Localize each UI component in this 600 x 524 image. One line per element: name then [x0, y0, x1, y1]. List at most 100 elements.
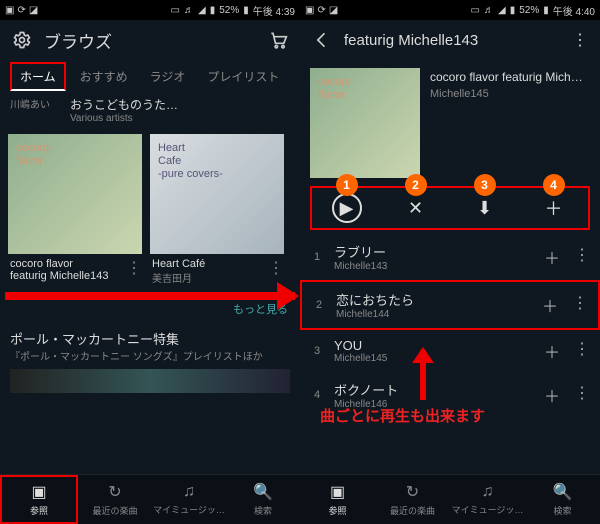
- nav-search[interactable]: 🔍 検索: [525, 475, 600, 524]
- battery-icon: ▮: [243, 5, 249, 16]
- screen-album-detail: ▣ ⟳ ◪ ▭ ♬ ◢ ▮ 52% ▮ 午後 4:40 featurig Mic…: [300, 0, 600, 524]
- annotation-arrow-right: [5, 292, 295, 300]
- annotation-text: 曲ごとに再生も出来ます: [320, 405, 485, 426]
- battery-pct: 52%: [219, 5, 239, 16]
- tab-recommend[interactable]: おすすめ: [72, 64, 136, 89]
- album-art: cocoro flavor: [8, 134, 142, 254]
- nav-label: マイミュージッ…: [153, 503, 225, 516]
- section-artist: Various artists: [70, 113, 290, 124]
- battery-pct: 52%: [519, 5, 539, 16]
- browse-tabs: ホーム おすすめ ラジオ プレイリスト: [0, 60, 300, 92]
- shuffle-button[interactable]: 2 ✕: [381, 188, 450, 228]
- shuffle-icon: ✕: [408, 198, 423, 219]
- track-num: 3: [310, 345, 324, 357]
- plus-icon[interactable]: ＋: [544, 339, 560, 363]
- app-icon: ◪: [29, 5, 38, 16]
- wifi-icon: ◢: [498, 5, 506, 16]
- overflow-icon[interactable]: ⋮: [574, 339, 590, 363]
- section-title[interactable]: おうこどものうた…: [70, 96, 290, 113]
- headphones-icon: ♬: [484, 5, 494, 16]
- browse-icon: ▣: [330, 482, 345, 502]
- more-icon[interactable]: ⋮: [268, 258, 284, 278]
- overflow-icon[interactable]: ⋮: [574, 383, 590, 407]
- feature-section[interactable]: ポール・マッカートニー特集 『ポール・マッカートニー ソングズ』プレイリストほか: [0, 323, 300, 369]
- play-icon: ▶: [332, 193, 362, 223]
- detail-content: cocoro flavor cocoro flavor featurig Mic…: [300, 60, 600, 474]
- back-icon[interactable]: [312, 30, 332, 50]
- more-icon[interactable]: ⋮: [126, 258, 142, 278]
- play-button[interactable]: 1 ▶: [312, 188, 381, 228]
- nav-mymusic[interactable]: ♫ マイミュージッ…: [450, 475, 525, 524]
- battery-icon: ▮: [543, 5, 549, 16]
- headphones-icon: ♫: [183, 483, 195, 501]
- tab-home[interactable]: ホーム: [10, 62, 66, 91]
- track-title: ラブリー: [334, 242, 534, 261]
- plus-icon[interactable]: ＋: [544, 245, 560, 269]
- plus-icon[interactable]: ＋: [542, 293, 558, 317]
- nav-label: 検索: [254, 504, 272, 517]
- wifi-icon: ◢: [198, 5, 206, 16]
- track-title: 恋におちたら: [336, 290, 532, 309]
- overflow-icon[interactable]: ⋮: [572, 293, 588, 317]
- sync-icon: ⟳: [17, 5, 25, 16]
- cast-icon: ▭: [171, 5, 180, 16]
- browse-icon: ▣: [31, 482, 46, 502]
- status-bar: ▣ ⟳ ◪ ▭ ♬ ◢ ▮ 52% ▮ 午後 4:39: [0, 0, 300, 20]
- detail-album-artist: Michelle145: [430, 88, 592, 100]
- tab-playlist[interactable]: プレイリスト: [199, 64, 287, 89]
- cart-icon[interactable]: [268, 30, 288, 50]
- detail-album-art: cocoro flavor: [310, 68, 420, 178]
- signal-icon: ▮: [510, 5, 516, 16]
- feature-title: ポール・マッカートニー特集: [10, 329, 290, 348]
- nav-label: 検索: [553, 504, 571, 517]
- nfc-icon: ▣: [5, 5, 14, 16]
- add-button[interactable]: 4 ＋: [519, 188, 588, 228]
- plus-icon[interactable]: ＋: [544, 383, 560, 407]
- nav-label: 参照: [30, 504, 48, 517]
- cast-icon: ▭: [471, 5, 480, 16]
- download-button[interactable]: 3 ⬇: [450, 188, 519, 228]
- tab-radio[interactable]: ラジオ: [142, 64, 194, 89]
- bottom-nav: ▣ 参照 ↻ 最近の楽曲 ♫ マイミュージッ… 🔍 検索: [0, 474, 300, 524]
- screen-browse: ▣ ⟳ ◪ ▭ ♬ ◢ ▮ 52% ▮ 午後 4:39 ブラウズ ホーム おすす…: [0, 0, 300, 524]
- gear-icon[interactable]: [12, 30, 32, 50]
- nav-label: 参照: [328, 504, 346, 517]
- nav-browse[interactable]: ▣ 参照: [300, 475, 375, 524]
- download-icon: ⬇: [477, 198, 492, 219]
- page-title: ブラウズ: [44, 28, 256, 53]
- bottom-nav: ▣ 参照 ↻ 最近の楽曲 ♫ マイミュージッ… 🔍 検索: [300, 474, 600, 524]
- album-card-2[interactable]: Heart Cafe -pure covers- Heart Café 美吉田月…: [150, 134, 284, 289]
- search-icon: 🔍: [253, 482, 273, 502]
- track-num: 4: [310, 389, 324, 401]
- track-row[interactable]: 3 YOU Michelle145 ＋⋮: [300, 330, 600, 372]
- nav-browse[interactable]: ▣ 参照: [0, 475, 78, 524]
- nav-search[interactable]: 🔍 検索: [226, 475, 300, 524]
- side-artist: 川嶋あい: [10, 96, 60, 124]
- detail-album-title: cocoro flavor featurig Mich…: [430, 70, 592, 84]
- annotation-badge-4: 4: [543, 174, 565, 196]
- search-icon: 🔍: [553, 482, 573, 502]
- nav-mymusic[interactable]: ♫ マイミュージッ…: [152, 475, 226, 524]
- overflow-icon[interactable]: ⋮: [572, 30, 588, 50]
- track-row[interactable]: 2 恋におちたら Michelle144 ＋⋮: [300, 280, 600, 330]
- recent-icon: ↻: [406, 482, 419, 502]
- album-title: cocoro flavor: [10, 258, 140, 270]
- annotation-badge-3: 3: [474, 174, 496, 196]
- album-title: Heart Café: [152, 258, 282, 270]
- track-row[interactable]: 1 ラブリー Michelle143 ＋⋮: [300, 234, 600, 280]
- action-row: 1 ▶ 2 ✕ 3 ⬇ 4 ＋: [310, 186, 590, 230]
- art-label: Heart Cafe -pure covers-: [158, 142, 223, 182]
- track-title: ボクノート: [334, 380, 534, 399]
- headphones-icon: ♫: [482, 483, 494, 501]
- nav-recent[interactable]: ↻ 最近の楽曲: [375, 475, 450, 524]
- headphones-icon: ♬: [184, 5, 194, 16]
- nav-label: 最近の楽曲: [390, 504, 435, 517]
- nav-recent[interactable]: ↻ 最近の楽曲: [78, 475, 152, 524]
- overflow-icon[interactable]: ⋮: [574, 245, 590, 269]
- album-artist: 美吉田月: [152, 270, 282, 285]
- album-card-1[interactable]: cocoro flavor cocoro flavor featurig Mic…: [8, 134, 142, 289]
- status-bar: ▣ ⟳ ◪ ▭ ♬ ◢ ▮ 52% ▮ 午後 4:40: [300, 0, 600, 20]
- app-icon: ◪: [329, 5, 338, 16]
- annotation-badge-2: 2: [405, 174, 427, 196]
- annotation-arrow-up: [420, 350, 426, 400]
